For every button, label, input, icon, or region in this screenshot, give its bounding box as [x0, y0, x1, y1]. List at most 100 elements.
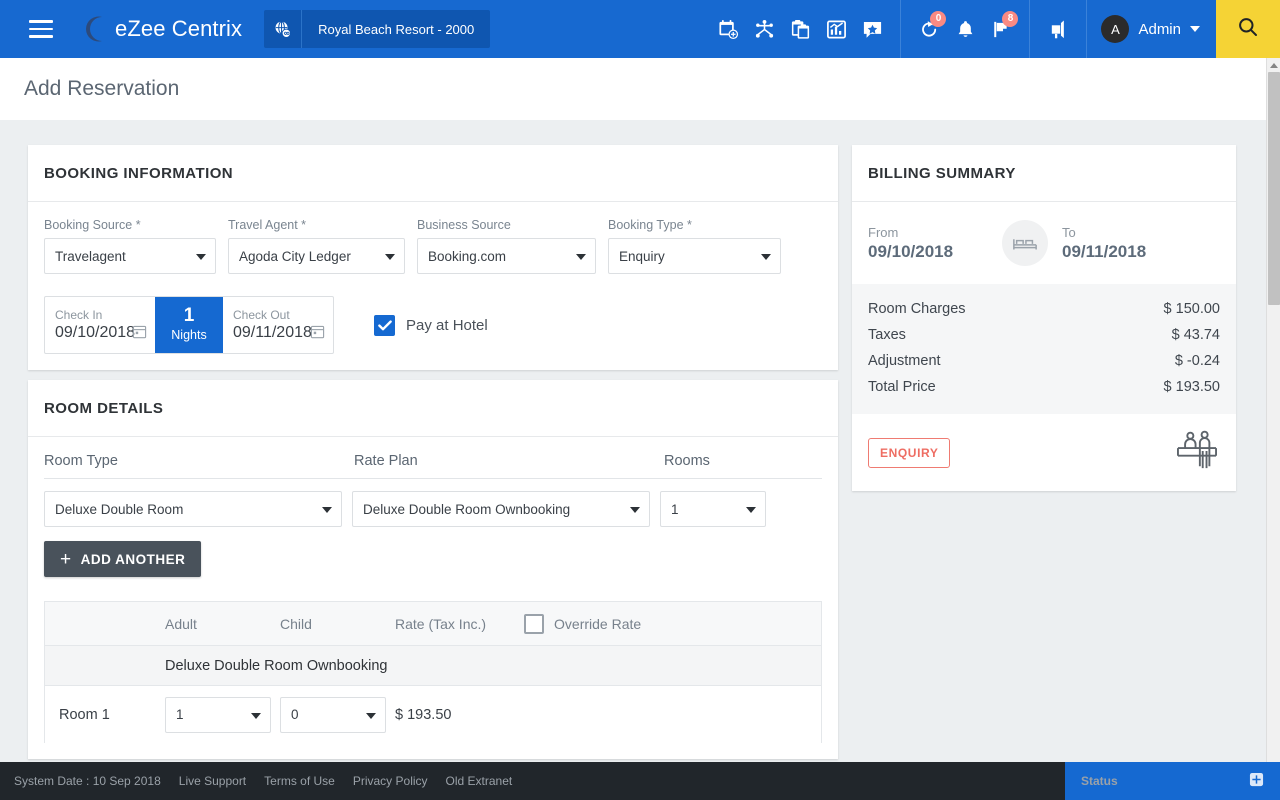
brand-logo-group[interactable]: eZee Centrix [76, 13, 242, 45]
check-in-label: Check In [55, 308, 145, 322]
business-source-field: Business Source Booking.com [417, 218, 596, 274]
rooms-header: Rooms [664, 453, 784, 469]
chevron-down-icon [746, 507, 756, 513]
travel-agent-select[interactable]: Agoda City Ledger [228, 238, 405, 274]
hamburger-menu-icon[interactable] [12, 0, 70, 58]
rate-table-rate-header-group: Rate (Tax Inc.) Override Rate [395, 614, 821, 634]
rate-table-group-row: Deluxe Double Room Ownbooking [45, 646, 821, 686]
nights-display: 1 Nights [155, 297, 223, 353]
booking-source-select[interactable]: Travelagent [44, 238, 216, 274]
clipboard-copy-icon[interactable] [782, 0, 818, 58]
billing-label: Total Price [868, 379, 936, 395]
user-menu[interactable]: A Admin [1086, 0, 1216, 58]
booking-information-header: BOOKING INFORMATION [28, 145, 838, 202]
rate-table-rate-header: Rate (Tax Inc.) [395, 616, 486, 632]
rate-plan-value: Deluxe Double Room Ownbooking [363, 502, 570, 517]
room-type-select[interactable]: Deluxe Double Room [44, 491, 342, 527]
user-name-label: Admin [1138, 21, 1181, 38]
business-source-select[interactable]: Booking.com [417, 238, 596, 274]
billing-footer: ENQUIRY [852, 414, 1236, 491]
billing-label: Room Charges [868, 301, 966, 317]
chevron-down-icon [761, 254, 771, 260]
channel-network-icon[interactable] [746, 0, 782, 58]
check-out-field[interactable]: Check Out 09/11/2018 [223, 297, 333, 353]
rooms-select[interactable]: 1 [660, 491, 766, 527]
chevron-down-icon [322, 507, 332, 513]
flag-badge: 8 [1002, 11, 1018, 27]
check-in-field[interactable]: Check In 09/10/2018 [45, 297, 155, 353]
rate-table-header-row: Adult Child Rate (Tax Inc.) Override Rat… [45, 602, 821, 646]
adult-count-value: 1 [176, 707, 184, 722]
scrollbar-thumb[interactable] [1268, 72, 1280, 305]
hotel-selector-chip[interactable]: Royal Beach Resort - 2000 [264, 10, 490, 48]
billing-from-label: From [868, 225, 988, 240]
billing-from-date: From 09/10/2018 [868, 225, 988, 262]
room-details-column-headers: Room Type Rate Plan Rooms [44, 453, 822, 479]
booking-type-label: Booking Type * [608, 218, 781, 232]
status-panel-toggle[interactable]: Status [1065, 762, 1280, 800]
calendar-icon[interactable] [310, 324, 325, 344]
child-count-select[interactable]: 0 [280, 697, 386, 733]
flag-icon[interactable]: 8 [983, 0, 1019, 58]
nights-label: Nights [171, 327, 206, 345]
search-button[interactable] [1216, 0, 1280, 58]
rate-table: Adult Child Rate (Tax Inc.) Override Rat… [44, 601, 822, 743]
search-icon [1237, 16, 1259, 43]
billing-summary-title: BILLING SUMMARY [868, 165, 1016, 182]
rate-row-room-label: Room 1 [45, 707, 165, 723]
room-details-row: Deluxe Double Room Deluxe Double Room Ow… [44, 491, 822, 527]
footer-link-live-support[interactable]: Live Support [179, 774, 246, 788]
bell-icon[interactable] [947, 0, 983, 58]
nights-count: 1 [184, 306, 195, 327]
rate-plan-header: Rate Plan [354, 453, 664, 469]
add-another-button[interactable]: + ADD ANOTHER [44, 541, 201, 577]
hamburger-bar [29, 28, 53, 31]
chevron-down-icon [251, 713, 261, 719]
expand-icon[interactable] [1249, 772, 1264, 790]
scroll-up-arrow-icon[interactable] [1267, 58, 1280, 72]
page-content: BOOKING INFORMATION Booking Source * Tra… [0, 120, 1266, 765]
chevron-down-icon [366, 713, 376, 719]
reception-desk-icon [1174, 430, 1220, 475]
business-source-label: Business Source [417, 218, 596, 232]
hamburger-bar [29, 35, 53, 38]
page-scrollbar[interactable] [1266, 58, 1280, 800]
adult-count-select[interactable]: 1 [165, 697, 271, 733]
rate-row-adult-cell: 1 [165, 697, 280, 733]
announcement-group [1029, 0, 1086, 58]
rate-row-child-cell: 0 [280, 697, 395, 733]
room-details-header: ROOM DETAILS [28, 380, 838, 437]
status-badge[interactable]: ENQUIRY [868, 438, 950, 468]
room-type-header: Room Type [44, 453, 354, 469]
footer-link-old-extranet[interactable]: Old Extranet [446, 774, 513, 788]
chevron-down-icon [196, 254, 206, 260]
rate-table-group-label: Deluxe Double Room Ownbooking [165, 658, 387, 674]
calendar-icon[interactable] [132, 324, 147, 344]
tools-icon-group [700, 0, 900, 58]
ezee-crescent-logo-icon [76, 13, 106, 45]
chart-report-icon[interactable] [818, 0, 854, 58]
override-rate-checkbox[interactable] [524, 614, 544, 634]
billing-from-value: 09/10/2018 [868, 242, 988, 262]
booking-type-select[interactable]: Enquiry [608, 238, 781, 274]
room-type-value: Deluxe Double Room [55, 502, 183, 517]
megaphone-icon[interactable] [1040, 0, 1076, 58]
pay-at-hotel-checkbox[interactable] [374, 315, 395, 336]
billing-label: Adjustment [868, 353, 941, 369]
footer-link-privacy-policy[interactable]: Privacy Policy [353, 774, 428, 788]
billing-value: $ 150.00 [1164, 301, 1220, 317]
calendar-add-icon[interactable] [710, 0, 746, 58]
footer-link-terms-of-use[interactable]: Terms of Use [264, 774, 335, 788]
booking-source-value: Travelagent [55, 249, 126, 264]
chevron-down-icon [630, 507, 640, 513]
rate-plan-select[interactable]: Deluxe Double Room Ownbooking [352, 491, 650, 527]
booking-fields-row: Booking Source * Travelagent Travel Agen… [44, 218, 822, 274]
booking-type-field: Booking Type * Enquiry [608, 218, 781, 274]
booking-information-body: Booking Source * Travelagent Travel Agen… [28, 202, 838, 370]
page-footer: System Date : 10 Sep 2018 Live Support T… [0, 762, 1280, 800]
room-details-body: Room Type Rate Plan Rooms Deluxe Double … [28, 437, 838, 759]
refresh-history-icon[interactable]: 0 [911, 0, 947, 58]
billing-to-date: To 09/11/2018 [1062, 225, 1146, 262]
booking-information-card: BOOKING INFORMATION Booking Source * Tra… [28, 145, 838, 370]
review-star-icon[interactable] [854, 0, 890, 58]
